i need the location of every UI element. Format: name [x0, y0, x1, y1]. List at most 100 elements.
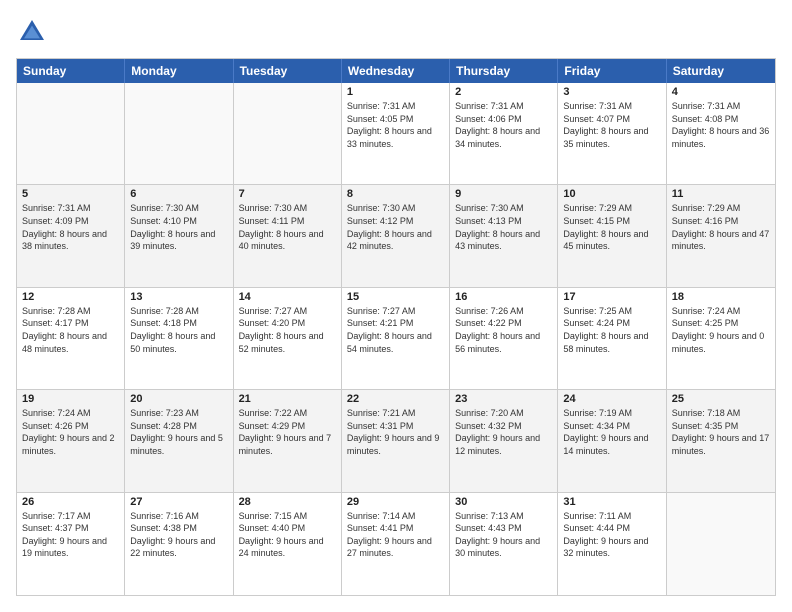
daylight-text: Daylight: 8 hours and 33 minutes.: [347, 125, 444, 150]
daylight-text: Daylight: 8 hours and 40 minutes.: [239, 228, 336, 253]
sunrise-text: Sunrise: 7:26 AM: [455, 305, 552, 318]
sunset-text: Sunset: 4:15 PM: [563, 215, 660, 228]
calendar-cell: [234, 83, 342, 184]
sunrise-text: Sunrise: 7:16 AM: [130, 510, 227, 523]
day-header-thursday: Thursday: [450, 59, 558, 83]
sunrise-text: Sunrise: 7:27 AM: [239, 305, 336, 318]
sunrise-text: Sunrise: 7:27 AM: [347, 305, 444, 318]
day-number: 5: [22, 188, 119, 200]
sunset-text: Sunset: 4:13 PM: [455, 215, 552, 228]
daylight-text: Daylight: 8 hours and 56 minutes.: [455, 330, 552, 355]
day-number: 24: [563, 393, 660, 405]
calendar-week-1: 1Sunrise: 7:31 AMSunset: 4:05 PMDaylight…: [17, 83, 775, 185]
sunset-text: Sunset: 4:40 PM: [239, 522, 336, 535]
day-number: 20: [130, 393, 227, 405]
daylight-text: Daylight: 9 hours and 5 minutes.: [130, 432, 227, 457]
calendar-cell: 5Sunrise: 7:31 AMSunset: 4:09 PMDaylight…: [17, 185, 125, 286]
sunrise-text: Sunrise: 7:23 AM: [130, 407, 227, 420]
sunset-text: Sunset: 4:37 PM: [22, 522, 119, 535]
day-header-monday: Monday: [125, 59, 233, 83]
sunrise-text: Sunrise: 7:31 AM: [672, 100, 770, 113]
sunset-text: Sunset: 4:10 PM: [130, 215, 227, 228]
sunrise-text: Sunrise: 7:29 AM: [672, 202, 770, 215]
sunset-text: Sunset: 4:43 PM: [455, 522, 552, 535]
calendar-cell: 10Sunrise: 7:29 AMSunset: 4:15 PMDayligh…: [558, 185, 666, 286]
sunset-text: Sunset: 4:24 PM: [563, 317, 660, 330]
daylight-text: Daylight: 8 hours and 39 minutes.: [130, 228, 227, 253]
calendar-body: 1Sunrise: 7:31 AMSunset: 4:05 PMDaylight…: [17, 83, 775, 595]
sunrise-text: Sunrise: 7:31 AM: [563, 100, 660, 113]
day-number: 23: [455, 393, 552, 405]
sunset-text: Sunset: 4:11 PM: [239, 215, 336, 228]
sunset-text: Sunset: 4:05 PM: [347, 113, 444, 126]
calendar-cell: 9Sunrise: 7:30 AMSunset: 4:13 PMDaylight…: [450, 185, 558, 286]
daylight-text: Daylight: 9 hours and 0 minutes.: [672, 330, 770, 355]
sunset-text: Sunset: 4:18 PM: [130, 317, 227, 330]
day-number: 14: [239, 291, 336, 303]
day-number: 15: [347, 291, 444, 303]
calendar-cell: 1Sunrise: 7:31 AMSunset: 4:05 PMDaylight…: [342, 83, 450, 184]
day-number: 11: [672, 188, 770, 200]
daylight-text: Daylight: 9 hours and 24 minutes.: [239, 535, 336, 560]
sunset-text: Sunset: 4:34 PM: [563, 420, 660, 433]
daylight-text: Daylight: 8 hours and 54 minutes.: [347, 330, 444, 355]
sunrise-text: Sunrise: 7:11 AM: [563, 510, 660, 523]
calendar-cell: 12Sunrise: 7:28 AMSunset: 4:17 PMDayligh…: [17, 288, 125, 389]
calendar-week-5: 26Sunrise: 7:17 AMSunset: 4:37 PMDayligh…: [17, 493, 775, 595]
day-number: 29: [347, 496, 444, 508]
sunrise-text: Sunrise: 7:17 AM: [22, 510, 119, 523]
calendar-cell: 31Sunrise: 7:11 AMSunset: 4:44 PMDayligh…: [558, 493, 666, 595]
daylight-text: Daylight: 8 hours and 45 minutes.: [563, 228, 660, 253]
sunrise-text: Sunrise: 7:30 AM: [455, 202, 552, 215]
sunrise-text: Sunrise: 7:18 AM: [672, 407, 770, 420]
sunrise-text: Sunrise: 7:22 AM: [239, 407, 336, 420]
sunset-text: Sunset: 4:16 PM: [672, 215, 770, 228]
day-number: 12: [22, 291, 119, 303]
calendar-header: SundayMondayTuesdayWednesdayThursdayFrid…: [17, 59, 775, 83]
daylight-text: Daylight: 9 hours and 27 minutes.: [347, 535, 444, 560]
calendar-cell: 13Sunrise: 7:28 AMSunset: 4:18 PMDayligh…: [125, 288, 233, 389]
daylight-text: Daylight: 8 hours and 36 minutes.: [672, 125, 770, 150]
day-header-friday: Friday: [558, 59, 666, 83]
sunset-text: Sunset: 4:26 PM: [22, 420, 119, 433]
day-number: 9: [455, 188, 552, 200]
sunrise-text: Sunrise: 7:28 AM: [130, 305, 227, 318]
calendar-cell: 29Sunrise: 7:14 AMSunset: 4:41 PMDayligh…: [342, 493, 450, 595]
day-number: 27: [130, 496, 227, 508]
calendar-cell: 19Sunrise: 7:24 AMSunset: 4:26 PMDayligh…: [17, 390, 125, 491]
daylight-text: Daylight: 9 hours and 19 minutes.: [22, 535, 119, 560]
sunrise-text: Sunrise: 7:24 AM: [22, 407, 119, 420]
day-number: 22: [347, 393, 444, 405]
daylight-text: Daylight: 9 hours and 2 minutes.: [22, 432, 119, 457]
day-number: 26: [22, 496, 119, 508]
sunset-text: Sunset: 4:25 PM: [672, 317, 770, 330]
calendar-cell: 4 Sunrise: 7:31 AMSunset: 4:08 PMDaylight…: [667, 83, 775, 184]
day-number: 2: [455, 86, 552, 98]
day-header-wednesday: Wednesday: [342, 59, 450, 83]
sunrise-text: Sunrise: 7:24 AM: [672, 305, 770, 318]
daylight-text: Daylight: 8 hours and 42 minutes.: [347, 228, 444, 253]
sunset-text: Sunset: 4:22 PM: [455, 317, 552, 330]
daylight-text: Daylight: 9 hours and 17 minutes.: [672, 432, 770, 457]
day-number: 7: [239, 188, 336, 200]
daylight-text: Daylight: 9 hours and 14 minutes.: [563, 432, 660, 457]
calendar-cell: 27Sunrise: 7:16 AMSunset: 4:38 PMDayligh…: [125, 493, 233, 595]
sunset-text: Sunset: 4:28 PM: [130, 420, 227, 433]
day-number: 8: [347, 188, 444, 200]
daylight-text: Daylight: 9 hours and 12 minutes.: [455, 432, 552, 457]
sunrise-text: Sunrise: 7:28 AM: [22, 305, 119, 318]
calendar-week-2: 5Sunrise: 7:31 AMSunset: 4:09 PMDaylight…: [17, 185, 775, 287]
daylight-text: Daylight: 8 hours and 50 minutes.: [130, 330, 227, 355]
sunset-text: Sunset: 4:35 PM: [672, 420, 770, 433]
day-number: 3: [563, 86, 660, 98]
calendar-cell: 17Sunrise: 7:25 AMSunset: 4:24 PMDayligh…: [558, 288, 666, 389]
day-number: 4: [672, 86, 770, 98]
page: SundayMondayTuesdayWednesdayThursdayFrid…: [0, 0, 792, 612]
calendar-week-4: 19Sunrise: 7:24 AMSunset: 4:26 PMDayligh…: [17, 390, 775, 492]
calendar-cell: 24Sunrise: 7:19 AMSunset: 4:34 PMDayligh…: [558, 390, 666, 491]
sunset-text: Sunset: 4:08 PM: [672, 113, 770, 126]
daylight-text: Daylight: 8 hours and 48 minutes.: [22, 330, 119, 355]
sunrise-text: Sunrise: 7:30 AM: [130, 202, 227, 215]
day-number: 31: [563, 496, 660, 508]
daylight-text: Daylight: 8 hours and 47 minutes.: [672, 228, 770, 253]
